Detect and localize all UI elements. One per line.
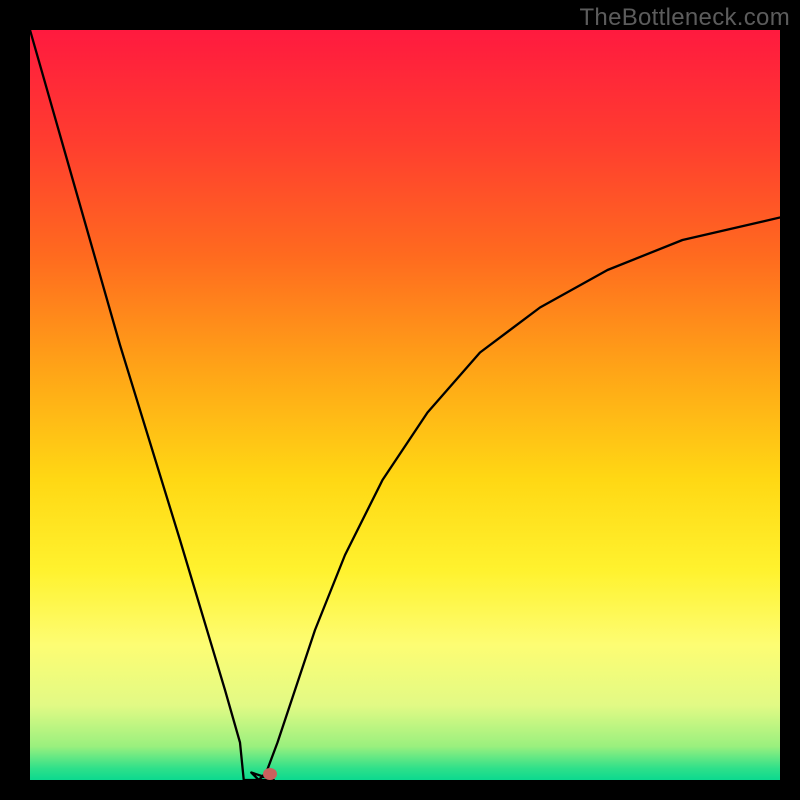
watermark-text: TheBottleneck.com — [579, 4, 790, 32]
plot-area — [30, 30, 780, 780]
chart-frame: TheBottleneck.com — [0, 0, 800, 800]
bottleneck-chart-svg — [30, 30, 780, 780]
marker-dot — [263, 768, 277, 780]
gradient-background — [30, 30, 780, 780]
